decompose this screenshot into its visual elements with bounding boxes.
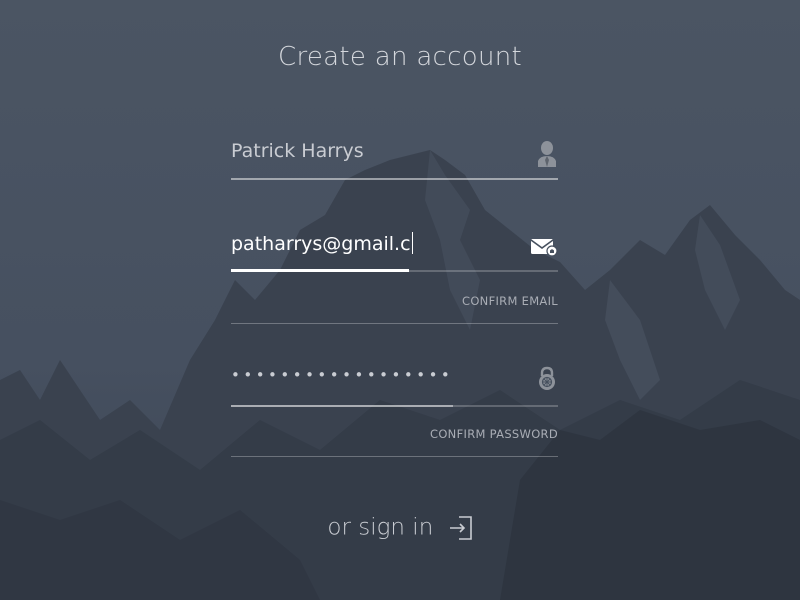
password-input[interactable]: •••••••••••••••••• bbox=[231, 366, 453, 384]
sign-in-icon bbox=[441, 514, 473, 540]
lock-icon bbox=[536, 366, 558, 392]
confirm-password-field[interactable]: CONFIRM PASSWORD bbox=[231, 427, 558, 459]
sign-in-label: or sign in bbox=[327, 514, 434, 541]
name-field[interactable]: Patrick Harrys bbox=[231, 140, 558, 184]
name-underline-fill bbox=[231, 178, 558, 180]
confirm-password-label: CONFIRM PASSWORD bbox=[430, 427, 558, 441]
user-icon bbox=[536, 140, 558, 167]
confirm-email-field[interactable]: CONFIRM EMAIL bbox=[231, 294, 558, 326]
email-input[interactable]: patharrys@gmail.c bbox=[231, 232, 414, 255]
password-field[interactable]: •••••••••••••••••• bbox=[231, 366, 558, 410]
email-underline-fill bbox=[231, 269, 409, 272]
page-title: Create an account bbox=[277, 42, 522, 72]
confirm-password-underline bbox=[231, 456, 558, 457]
name-input[interactable]: Patrick Harrys bbox=[231, 140, 364, 162]
email-field[interactable]: patharrys@gmail.c bbox=[231, 232, 558, 276]
confirm-email-label: CONFIRM EMAIL bbox=[461, 294, 558, 308]
email-value: patharrys@gmail.c bbox=[231, 233, 411, 255]
mail-icon bbox=[530, 236, 558, 262]
text-caret bbox=[411, 232, 414, 254]
sign-in-link[interactable]: or sign in bbox=[0, 514, 800, 541]
password-strength-fill bbox=[231, 405, 454, 407]
confirm-email-underline bbox=[231, 323, 558, 324]
